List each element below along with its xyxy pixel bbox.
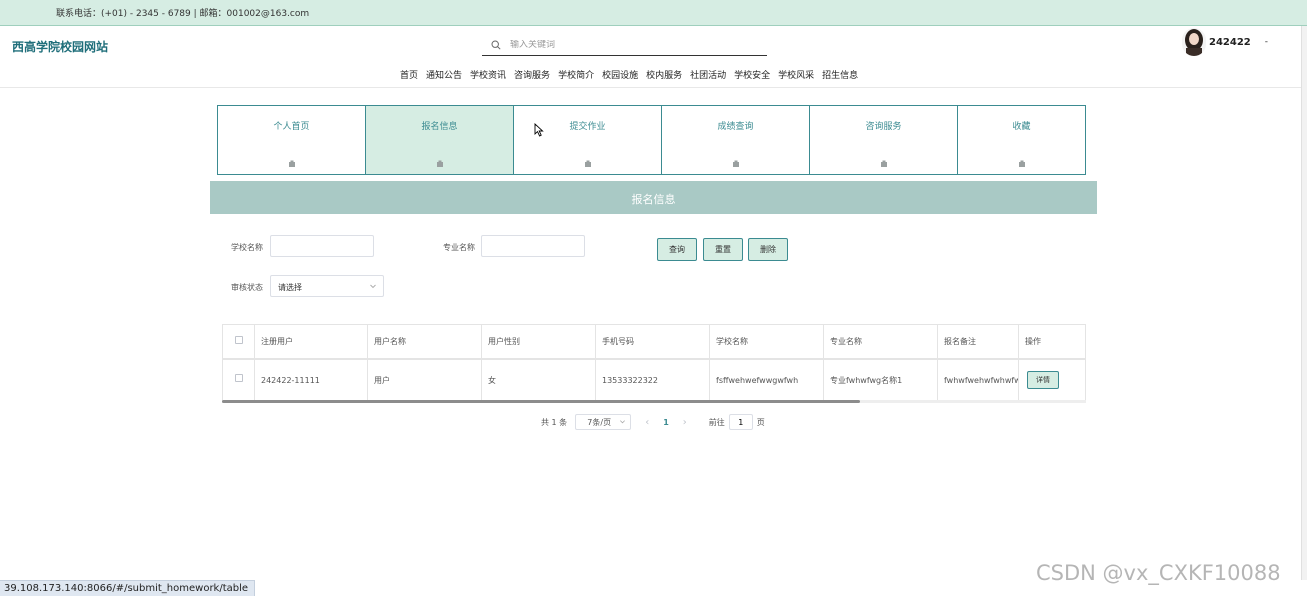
table-horizontal-scrollbar[interactable] xyxy=(222,400,1086,403)
query-button[interactable]: 查询 xyxy=(657,238,697,261)
tab-icon xyxy=(584,153,592,172)
tab-icon xyxy=(732,153,740,172)
pagination: 共 1 条 7条/页 ‹ 1 › 前往 页 xyxy=(541,414,765,430)
scrollbar-thumb[interactable] xyxy=(222,400,860,403)
watermark: CSDN @vx_CXKF10088 xyxy=(1036,561,1281,585)
column-header: 注册用户 xyxy=(255,325,368,358)
nav-item-gallery[interactable]: 学校风采 xyxy=(778,68,814,81)
status-select-value: 请选择 xyxy=(278,283,302,292)
tab-favorites[interactable]: 收藏 xyxy=(958,106,1085,174)
goto-label: 前往 xyxy=(708,417,725,427)
site-title[interactable]: 西高学院校园网站 xyxy=(12,38,108,55)
major-name-label: 专业名称 xyxy=(443,243,475,252)
avatar[interactable] xyxy=(1182,28,1206,56)
prev-page-icon[interactable]: ‹ xyxy=(645,417,649,428)
tab-label: 个人首页 xyxy=(273,122,310,132)
cell-gender: 女 xyxy=(482,360,596,400)
cell-actions: 详情 xyxy=(1019,360,1085,400)
tab-registration[interactable]: 报名信息 xyxy=(366,106,514,174)
tab-icon xyxy=(288,153,296,172)
status-select[interactable]: 请选择 xyxy=(270,275,384,297)
nav-item-consult[interactable]: 咨询服务 xyxy=(514,68,550,81)
school-name-input[interactable] xyxy=(270,235,374,257)
username[interactable]: 242422 xyxy=(1209,37,1251,48)
tab-grades[interactable]: 成绩查询 xyxy=(662,106,810,174)
tab-label: 成绩查询 xyxy=(717,122,754,132)
center-tabs: 个人首页 报名信息 提交作业 成绩查询 咨询服务 收藏 xyxy=(217,105,1086,175)
row-checkbox[interactable] xyxy=(234,374,243,382)
nav-item-home[interactable]: 首页 xyxy=(400,68,418,81)
school-name-label: 学校名称 xyxy=(231,243,263,252)
page-size-value: 7条/页 xyxy=(587,417,612,427)
tab-personal-home[interactable]: 个人首页 xyxy=(218,106,366,174)
nav-item-notices[interactable]: 通知公告 xyxy=(426,68,462,81)
nav-item-school-intro[interactable]: 学校简介 xyxy=(558,68,594,81)
nav-item-campus-service[interactable]: 校内服务 xyxy=(646,68,682,81)
cell-major: 专业fwhwfwg名称1 xyxy=(824,360,938,400)
column-header: 手机号码 xyxy=(596,325,710,358)
column-header: 专业名称 xyxy=(824,325,938,358)
nav-item-school-news[interactable]: 学校资讯 xyxy=(470,68,506,81)
section-title: 报名信息 xyxy=(631,193,676,206)
nav-item-admissions[interactable]: 招生信息 xyxy=(822,68,858,81)
tab-label: 收藏 xyxy=(1012,122,1031,132)
page-scrollbar[interactable] xyxy=(1301,26,1307,580)
header: 西高学院校园网站 242422 - 首页 通知公告 学校资讯 咨询服务 学校简介… xyxy=(0,26,1307,88)
cell-phone: 13533322322 xyxy=(596,360,710,400)
nav-item-facilities[interactable]: 校园设施 xyxy=(602,68,638,81)
nav-item-clubs[interactable]: 社团活动 xyxy=(690,68,726,81)
chevron-down-icon xyxy=(619,418,626,427)
section-title-bar: 报名信息 xyxy=(210,181,1097,214)
registration-table: 注册用户 用户名称 用户性别 手机号码 学校名称 专业名称 报名备注 操作 24… xyxy=(222,324,1086,400)
contact-info: 联系电话：(+01) - 2345 - 6789 | 邮箱：001002@163… xyxy=(56,9,310,19)
tab-label: 报名信息 xyxy=(421,122,458,132)
cell-note: fwhwfwehwfwhwfw xyxy=(938,360,1019,400)
total-count: 共 1 条 xyxy=(541,417,568,427)
select-all-checkbox[interactable] xyxy=(234,335,243,344)
detail-button[interactable]: 详情 xyxy=(1027,371,1059,389)
page-suffix: 页 xyxy=(756,417,765,427)
mouse-cursor-icon xyxy=(534,122,544,141)
top-contact-bar: 联系电话：(+01) - 2345 - 6789 | 邮箱：001002@163… xyxy=(0,0,1307,26)
tab-icon xyxy=(880,153,888,172)
header-checkbox-cell xyxy=(223,325,255,358)
status-url: 39.108.173.140:8066/#/submit_homework/ta… xyxy=(0,580,256,596)
column-header: 报名备注 xyxy=(938,325,1019,358)
cell-name: 用户 xyxy=(368,360,482,400)
goto-page-input[interactable] xyxy=(728,414,753,430)
main-nav: 首页 通知公告 学校资讯 咨询服务 学校简介 校园设施 校内服务 社团活动 学校… xyxy=(400,68,866,81)
search-icon[interactable] xyxy=(482,40,510,50)
user-menu[interactable]: 242422 - xyxy=(1182,28,1268,56)
search-input[interactable] xyxy=(510,40,750,50)
table-row: 242422-11111 用户 女 13533322322 fsffwehwef… xyxy=(222,360,1086,400)
column-header: 学校名称 xyxy=(710,325,824,358)
cell-school: fsffwehwefwwgwfwh xyxy=(710,360,824,400)
tab-icon xyxy=(436,153,444,172)
tab-consult[interactable]: 咨询服务 xyxy=(810,106,958,174)
major-name-input[interactable] xyxy=(481,235,585,257)
page-number[interactable]: 1 xyxy=(663,418,669,427)
reset-button[interactable]: 重置 xyxy=(703,238,743,261)
column-header: 操作 xyxy=(1025,337,1041,346)
tab-icon xyxy=(1018,153,1026,172)
status-label: 审核状态 xyxy=(231,283,263,292)
nav-item-safety[interactable]: 学校安全 xyxy=(734,68,770,81)
delete-button[interactable]: 删除 xyxy=(748,238,788,261)
column-header: 用户性别 xyxy=(482,325,596,358)
row-checkbox-cell xyxy=(223,360,255,400)
next-page-icon[interactable]: › xyxy=(683,417,687,428)
search-bar xyxy=(482,35,767,56)
cell-user: 242422-11111 xyxy=(255,360,368,400)
page-size-select[interactable]: 7条/页 xyxy=(575,414,632,430)
chevron-down-icon xyxy=(369,282,377,292)
tab-label: 咨询服务 xyxy=(865,122,902,132)
table-header: 注册用户 用户名称 用户性别 手机号码 学校名称 专业名称 报名备注 操作 xyxy=(222,324,1086,360)
column-header: 用户名称 xyxy=(368,325,482,358)
user-dropdown-caret[interactable]: - xyxy=(1265,37,1268,47)
